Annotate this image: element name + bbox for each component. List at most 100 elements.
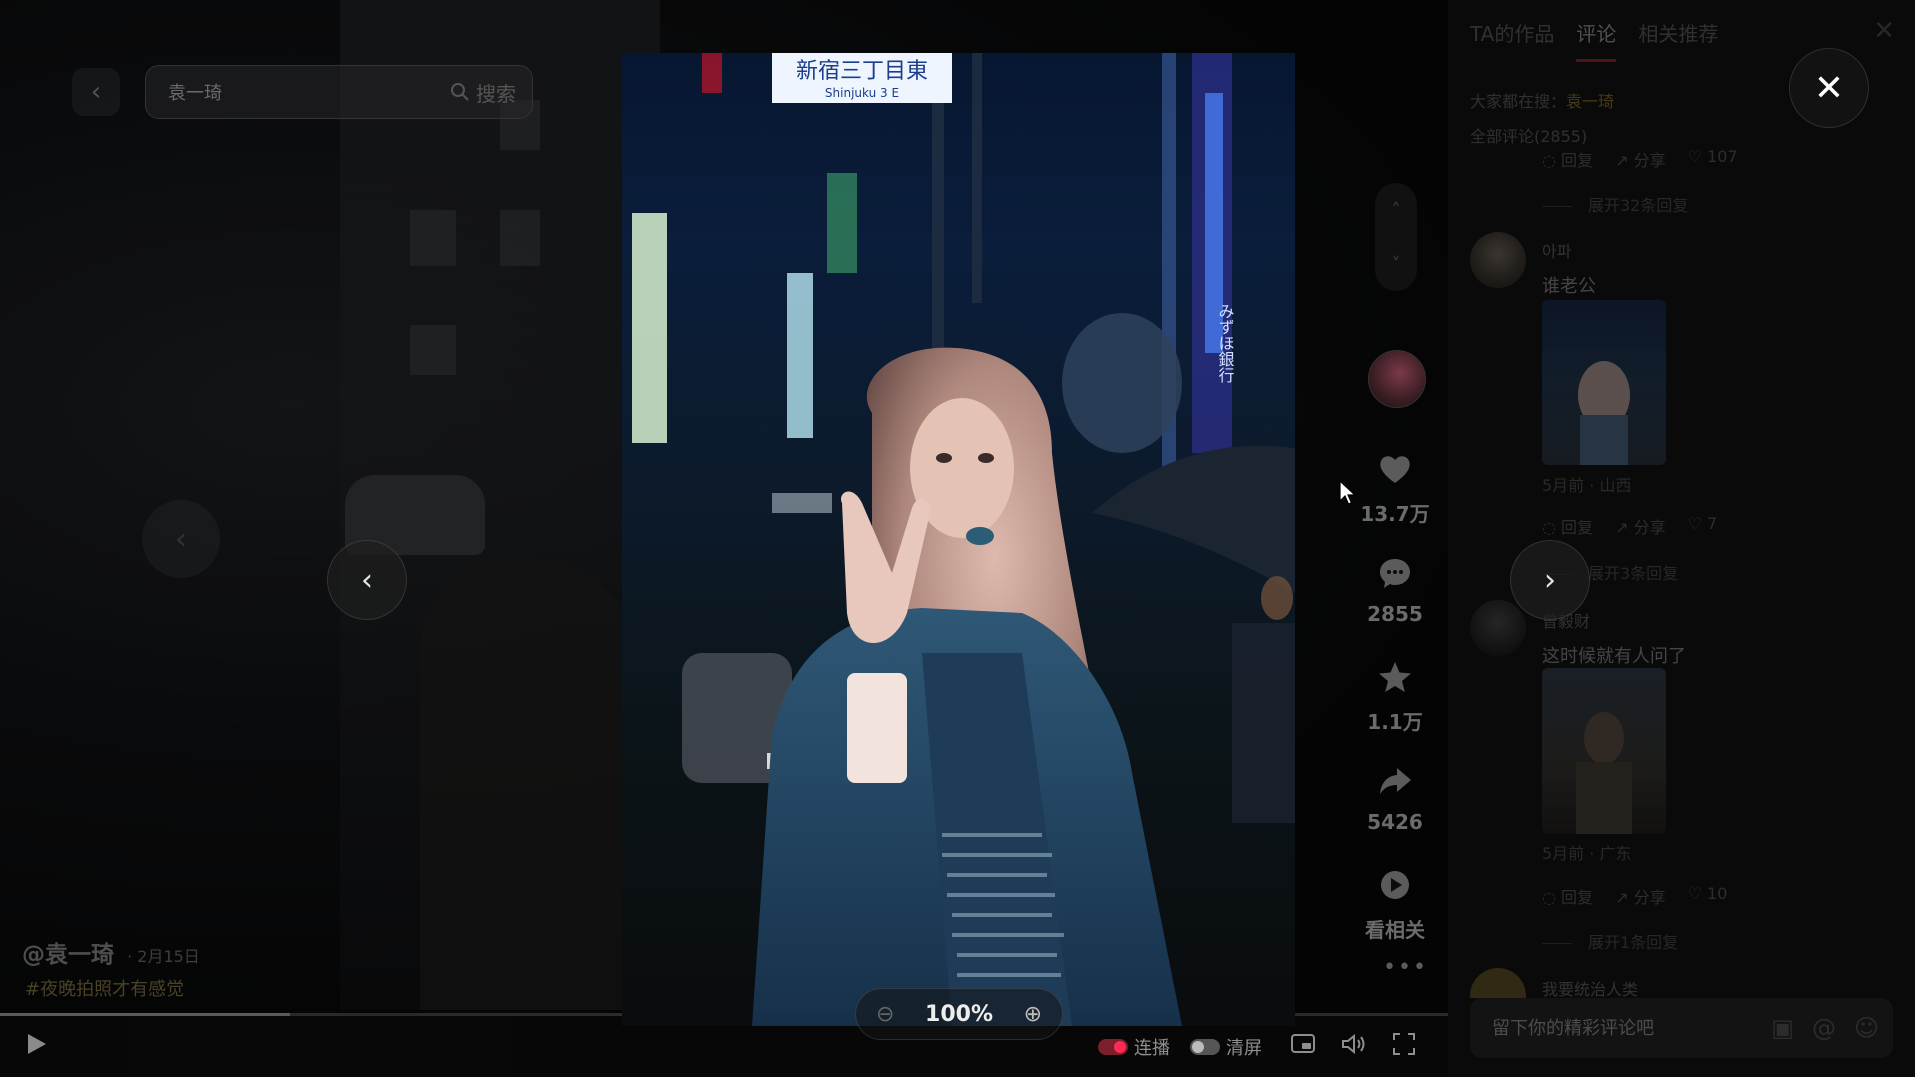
comment-actions: ◌ 回复 ↗ 分享 ♡ 107: [1542, 147, 1738, 171]
share-count: 5426: [1367, 810, 1423, 834]
viewer-photo[interactable]: 新宿三丁目東 Shinjuku 3 E みずほ銀行: [622, 53, 1295, 1026]
image-upload-icon[interactable]: ▣: [1771, 1014, 1794, 1042]
mention-icon[interactable]: @: [1812, 1014, 1836, 1042]
search-button[interactable]: 搜索: [450, 78, 516, 107]
comment-input[interactable]: [1490, 1016, 1754, 1040]
favorite-count: 1.1万: [1367, 710, 1423, 734]
related-label: 看相关: [1365, 918, 1425, 942]
panel-tabs: TA的作品 评论 相关推荐: [1470, 18, 1718, 62]
comment-text: 这时候就有人问了: [1542, 646, 1686, 667]
comment-actions: ◌ 回复 ↗ 分享 ♡ 7: [1542, 514, 1717, 538]
clear-screen-toggle[interactable]: 清屏: [1190, 1034, 1262, 1060]
zoom-level: 100%: [925, 1001, 993, 1027]
tab-comments[interactable]: 评论: [1576, 18, 1617, 62]
mouse-cursor-icon: [1339, 480, 1357, 505]
reply-button[interactable]: ◌ 回复: [1542, 147, 1593, 171]
pip-button[interactable]: [1290, 1032, 1316, 1056]
trending-prefix: 大家都在搜：: [1470, 92, 1567, 111]
video-switch-pill[interactable]: ˄ ˅: [1375, 183, 1417, 291]
related-button[interactable]: 看相关: [1350, 868, 1440, 943]
search-input[interactable]: [166, 80, 450, 104]
autoplay-label: 连播: [1134, 1038, 1170, 1059]
zoom-control: ⊖ 100% ⊕: [855, 988, 1063, 1040]
panel-close-icon[interactable]: ✕: [1873, 16, 1895, 46]
clear-screen-label: 清屏: [1226, 1038, 1262, 1059]
favorite-button[interactable]: 1.1万: [1350, 660, 1440, 735]
clear-screen-switch[interactable]: [1190, 1039, 1220, 1055]
chevron-down-icon[interactable]: ˅: [1392, 254, 1401, 275]
like-button[interactable]: 13.7万: [1350, 452, 1440, 527]
comment-count: 2855: [1367, 602, 1423, 626]
expand-replies[interactable]: 展开1条回复: [1542, 929, 1678, 953]
comment-meta: 5月前 · 山西: [1542, 476, 1632, 495]
chevron-left-icon: ‹: [361, 562, 373, 598]
like-count: 13.7万: [1360, 502, 1430, 526]
back-arrow-icon: ‹: [90, 77, 102, 107]
commenter-name[interactable]: 我要统治人类: [1542, 976, 1638, 1000]
chevron-left-icon: ‹: [175, 521, 187, 557]
comment-panel: TA的作品 评论 相关推荐 ✕ 大家都在搜：袁一琦 全部评论(2855) ◌ 回…: [1448, 0, 1915, 1077]
heart-icon: [1350, 452, 1440, 494]
search-button-label: 搜索: [476, 81, 516, 106]
like-comment-button[interactable]: ♡ 10: [1688, 884, 1728, 908]
comment-actions: ◌ 回复 ↗ 分享 ♡ 10: [1542, 884, 1727, 908]
comment-text: 谁老公: [1542, 276, 1596, 297]
share-icon: [1350, 764, 1440, 806]
picture-in-picture-icon: [1291, 1034, 1315, 1053]
search-icon: [451, 83, 469, 101]
star-icon: [1350, 660, 1440, 702]
commenter-name[interactable]: 아파: [1542, 238, 1571, 262]
volume-icon: [1342, 1033, 1365, 1055]
like-comment-button[interactable]: ♡ 107: [1688, 147, 1738, 171]
tab-related[interactable]: 相关推荐: [1638, 18, 1718, 62]
post-author-info: @袁一琦 · 2月15日: [22, 935, 200, 969]
share-comment-button[interactable]: ↗ 分享: [1615, 514, 1666, 538]
author-avatar[interactable]: [1368, 350, 1426, 408]
back-button[interactable]: ‹: [72, 68, 120, 116]
viewer-close-button[interactable]: ✕: [1789, 48, 1869, 128]
street-sign-bottom: Shinjuku 3 E: [825, 86, 899, 100]
chevron-up-icon[interactable]: ˄: [1392, 200, 1401, 221]
previous-video-button[interactable]: ‹: [142, 500, 220, 578]
trending-search: 大家都在搜：袁一琦: [1470, 88, 1614, 112]
reply-button[interactable]: ◌ 回复: [1542, 514, 1593, 538]
emoji-icon[interactable]: ☺: [1854, 1014, 1879, 1042]
tab-works[interactable]: TA的作品: [1470, 18, 1554, 62]
share-comment-button[interactable]: ↗ 分享: [1615, 884, 1666, 908]
viewer-next-button[interactable]: ›: [1510, 540, 1590, 620]
post-date: · 2月15日: [127, 947, 200, 966]
commenter-avatar[interactable]: [1470, 600, 1526, 656]
chevron-right-icon: ›: [1544, 562, 1556, 598]
comment-image[interactable]: [1542, 300, 1666, 465]
close-icon: ✕: [1813, 67, 1845, 109]
expand-replies[interactable]: 展开32条回复: [1542, 192, 1688, 216]
comment-input-box[interactable]: ▣ @ ☺: [1470, 998, 1893, 1058]
zoom-in-icon[interactable]: ⊕: [1024, 1002, 1042, 1027]
zoom-out-icon[interactable]: ⊖: [876, 1002, 894, 1027]
more-options-icon[interactable]: •••: [1383, 955, 1428, 980]
viewer-prev-button[interactable]: ‹: [327, 540, 407, 620]
fullscreen-icon: [1393, 1033, 1415, 1055]
all-comments-count: 全部评论(2855): [1470, 127, 1588, 146]
like-comment-button[interactable]: ♡ 7: [1688, 514, 1718, 538]
trending-keyword[interactable]: 袁一琦: [1566, 92, 1614, 111]
reply-button[interactable]: ◌ 回复: [1542, 884, 1593, 908]
comment-button[interactable]: 2855: [1350, 556, 1440, 626]
autoplay-toggle[interactable]: 连播: [1098, 1034, 1170, 1060]
comment-icon: [1350, 556, 1440, 598]
comment-image[interactable]: [1542, 668, 1666, 834]
volume-button[interactable]: [1340, 1032, 1368, 1056]
commenter-avatar[interactable]: [1470, 968, 1526, 998]
fullscreen-button[interactable]: [1392, 1032, 1416, 1056]
commenter-avatar[interactable]: [1470, 232, 1526, 288]
play-button[interactable]: [26, 1032, 48, 1062]
post-hashtag[interactable]: #夜晚拍照才有感觉: [25, 975, 184, 1001]
share-comment-button[interactable]: ↗ 分享: [1615, 147, 1666, 171]
autoplay-switch[interactable]: [1098, 1039, 1128, 1055]
search-bar[interactable]: 搜索: [145, 65, 533, 119]
author-name[interactable]: @袁一琦: [22, 942, 114, 968]
street-sign-top: 新宿三丁目東: [796, 59, 928, 84]
tower-sign-text: みずほ銀行: [1216, 303, 1235, 384]
comment-meta: 5月前 · 广东: [1542, 844, 1632, 863]
share-button[interactable]: 5426: [1350, 764, 1440, 834]
